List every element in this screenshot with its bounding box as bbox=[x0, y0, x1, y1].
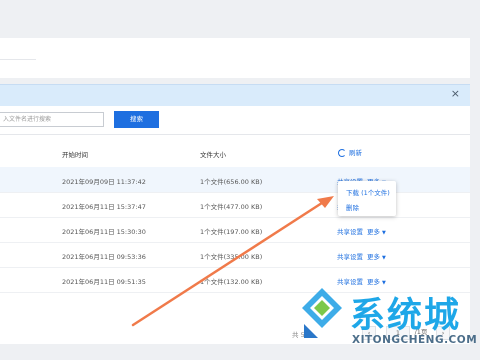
arrow-line bbox=[131, 199, 327, 327]
arrow-head bbox=[317, 196, 334, 208]
watermark-brand: 系统城 bbox=[350, 296, 462, 336]
brand-logo-icon bbox=[302, 288, 342, 338]
watermark-url: XITONGCHENG.COM bbox=[352, 334, 478, 346]
